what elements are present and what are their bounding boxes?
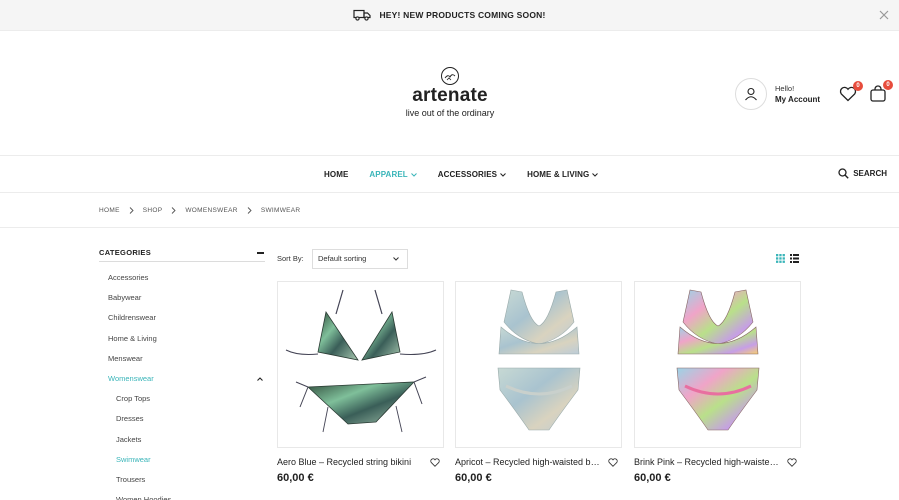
- chevron-down-icon: [393, 257, 399, 261]
- subcategory-crop-tops[interactable]: Crop Tops: [99, 389, 265, 409]
- breadcrumb: HOME SHOP WOMENSWEAR SWIMWEAR: [0, 193, 899, 228]
- heart-icon[interactable]: [608, 458, 618, 467]
- truck-icon: [353, 9, 372, 21]
- chevron-down-icon: [592, 172, 599, 177]
- subcategory-swimwear[interactable]: Swimwear: [99, 450, 265, 470]
- brand-tagline: live out of the ordinary: [405, 108, 495, 118]
- chevron-down-icon: [500, 172, 506, 177]
- breadcrumb-shop[interactable]: SHOP: [143, 207, 163, 214]
- wishlist-count-badge: 0: [853, 81, 863, 91]
- chevron-right-icon: [247, 206, 252, 214]
- close-icon[interactable]: [878, 9, 890, 21]
- high-waisted-bikini-image: [497, 289, 581, 431]
- account-label: My Account: [775, 95, 821, 104]
- categories-header: CATEGORIES: [99, 248, 265, 262]
- product-image[interactable]: [455, 281, 622, 448]
- sort-select[interactable]: Default sorting: [312, 249, 408, 269]
- category-menswear[interactable]: Menswear: [99, 349, 265, 369]
- product-title[interactable]: Apricot – Recycled high-waisted bikini: [455, 457, 600, 467]
- collapse-minus-icon[interactable]: [257, 251, 264, 254]
- subcategory-trousers[interactable]: Trousers: [99, 470, 265, 490]
- breadcrumb-womenswear[interactable]: WOMENSWEAR: [185, 207, 237, 214]
- site-logo[interactable]: artenate live out of the ordinary: [395, 66, 505, 119]
- nav-item-label: ACCESSORIES: [437, 170, 498, 179]
- main-nav: HOME APPAREL ACCESSORIES HOME & LIVING S…: [0, 156, 899, 193]
- high-waisted-bikini-image: [676, 289, 760, 431]
- nav-item-label: HOME: [324, 170, 349, 179]
- account-link[interactable]: Hello! My Account: [735, 78, 820, 110]
- product-card[interactable]: Brink Pink – Recycled high-waisted bikin…: [634, 281, 801, 484]
- chevron-up-icon[interactable]: [257, 377, 263, 381]
- category-accessories[interactable]: Accessories: [99, 268, 265, 288]
- category-label: Womenswear: [108, 373, 154, 383]
- chevron-down-icon: [410, 172, 417, 177]
- nav-item-home-living[interactable]: HOME & LIVING: [527, 170, 599, 179]
- search-label: SEARCH: [853, 169, 887, 178]
- brand-name: artenate: [412, 85, 488, 106]
- subcategory-dresses[interactable]: Dresses: [99, 409, 265, 429]
- heart-icon[interactable]: [430, 458, 440, 467]
- heart-icon[interactable]: [787, 458, 797, 467]
- nav-item-label: APPAREL: [369, 170, 408, 179]
- breadcrumb-home[interactable]: HOME: [99, 207, 120, 214]
- chevron-right-icon: [129, 206, 134, 214]
- product-title[interactable]: Aero Blue – Recycled string bikini: [277, 457, 422, 467]
- sort-label: Sort By:: [277, 254, 304, 263]
- product-card[interactable]: Apricot – Recycled high-waisted bikini 6…: [455, 281, 622, 484]
- product-card[interactable]: Aero Blue – Recycled string bikini 60,00…: [277, 281, 444, 484]
- avatar: [735, 78, 767, 110]
- wishlist-button[interactable]: 0: [839, 81, 863, 106]
- account-greeting: Hello!: [775, 84, 795, 93]
- chevron-right-icon: [172, 206, 176, 214]
- list-view-icon[interactable]: [790, 254, 799, 263]
- category-childrenswear[interactable]: Childrenswear: [99, 308, 265, 328]
- announcement-text: HEY! NEW PRODUCTS COMING SOON!: [379, 10, 546, 20]
- nav-item-home[interactable]: HOME: [324, 170, 348, 179]
- product-price: 60,00 €: [455, 472, 492, 484]
- category-home-living[interactable]: Home & Living: [99, 329, 265, 349]
- sort-value: Default sorting: [318, 254, 367, 263]
- product-price: 60,00 €: [277, 472, 314, 484]
- product-title[interactable]: Brink Pink – Recycled high-waisted bikin…: [634, 457, 779, 467]
- search-button[interactable]: SEARCH: [838, 168, 887, 179]
- nav-item-apparel[interactable]: APPAREL: [369, 170, 417, 179]
- user-icon: [745, 87, 757, 101]
- grid-view-icon[interactable]: [776, 254, 785, 263]
- logo-mark-icon: [441, 67, 459, 85]
- nav-item-accessories[interactable]: ACCESSORIES: [438, 170, 506, 179]
- product-price: 60,00 €: [634, 472, 671, 484]
- search-icon: [838, 168, 849, 179]
- category-sidebar: CATEGORIES Accessories Babywear Children…: [99, 248, 265, 500]
- categories-title: CATEGORIES: [99, 248, 152, 257]
- category-babywear[interactable]: Babywear: [99, 288, 265, 308]
- subcategory-women-hoodies[interactable]: Women Hoodies: [99, 490, 265, 500]
- site-header: artenate live out of the ordinary Hello!…: [0, 31, 899, 156]
- subcategory-jackets[interactable]: Jackets: [99, 430, 265, 450]
- product-image[interactable]: [277, 281, 444, 448]
- string-bikini-image: [285, 289, 437, 433]
- category-list: Accessories Babywear Childrenswear Home …: [99, 268, 265, 500]
- breadcrumb-swimwear: SWIMWEAR: [260, 206, 301, 214]
- nav-item-label: HOME & LIVING: [527, 170, 590, 179]
- product-image[interactable]: [634, 281, 801, 448]
- cart-count-badge: 0: [883, 80, 893, 90]
- category-womenswear[interactable]: Womenswear: [99, 369, 265, 389]
- announcement-bar: HEY! NEW PRODUCTS COMING SOON!: [0, 0, 899, 31]
- cart-button[interactable]: 0: [869, 80, 893, 105]
